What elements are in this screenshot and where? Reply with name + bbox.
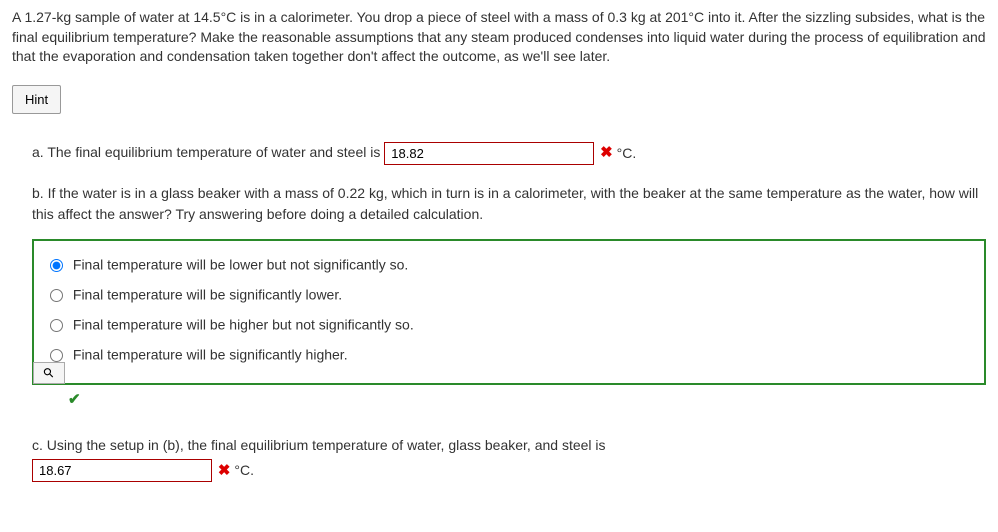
part-c-prompt: c. Using the setup in (b), the final equ… <box>32 434 986 458</box>
radio-input-2[interactable] <box>50 319 63 332</box>
radio-input-0[interactable] <box>50 259 63 272</box>
part-a: a. The final equilibrium temperature of … <box>32 142 986 165</box>
radio-option-3[interactable]: Final temperature will be significantly … <box>50 345 968 365</box>
radio-label-2: Final temperature will be higher but not… <box>73 316 414 332</box>
part-b: b. If the water is in a glass beaker wit… <box>32 183 986 412</box>
radio-label-0: Final temperature will be lower but not … <box>73 256 408 272</box>
correct-icon: ✔ <box>68 391 81 408</box>
part-a-input[interactable] <box>384 142 594 165</box>
radio-input-1[interactable] <box>50 289 63 302</box>
part-b-radio-group: Final temperature will be lower but not … <box>32 239 986 385</box>
radio-option-1[interactable]: Final temperature will be significantly … <box>50 285 968 305</box>
problem-statement: A 1.27-kg sample of water at 14.5°C is i… <box>12 8 986 67</box>
radio-option-0[interactable]: Final temperature will be lower but not … <box>50 255 968 275</box>
radio-label-1: Final temperature will be significantly … <box>73 286 342 302</box>
toggle-icon[interactable]: ⚲ <box>33 362 65 384</box>
part-c-unit: °C. <box>234 461 254 477</box>
part-c-input[interactable] <box>32 459 212 482</box>
part-a-unit: °C. <box>617 145 637 161</box>
part-a-prompt: a. The final equilibrium temperature of … <box>32 144 380 160</box>
male-symbol-icon: ⚲ <box>40 364 58 382</box>
radio-input-3[interactable] <box>50 349 63 362</box>
part-b-prompt: b. If the water is in a glass beaker wit… <box>32 183 986 225</box>
radio-label-3: Final temperature will be significantly … <box>73 347 348 363</box>
wrong-icon: ✖ <box>600 144 613 161</box>
radio-option-2[interactable]: Final temperature will be higher but not… <box>50 315 968 335</box>
hint-button[interactable]: Hint <box>12 85 61 114</box>
part-c: c. Using the setup in (b), the final equ… <box>32 434 986 483</box>
wrong-icon-c: ✖ <box>218 462 231 479</box>
